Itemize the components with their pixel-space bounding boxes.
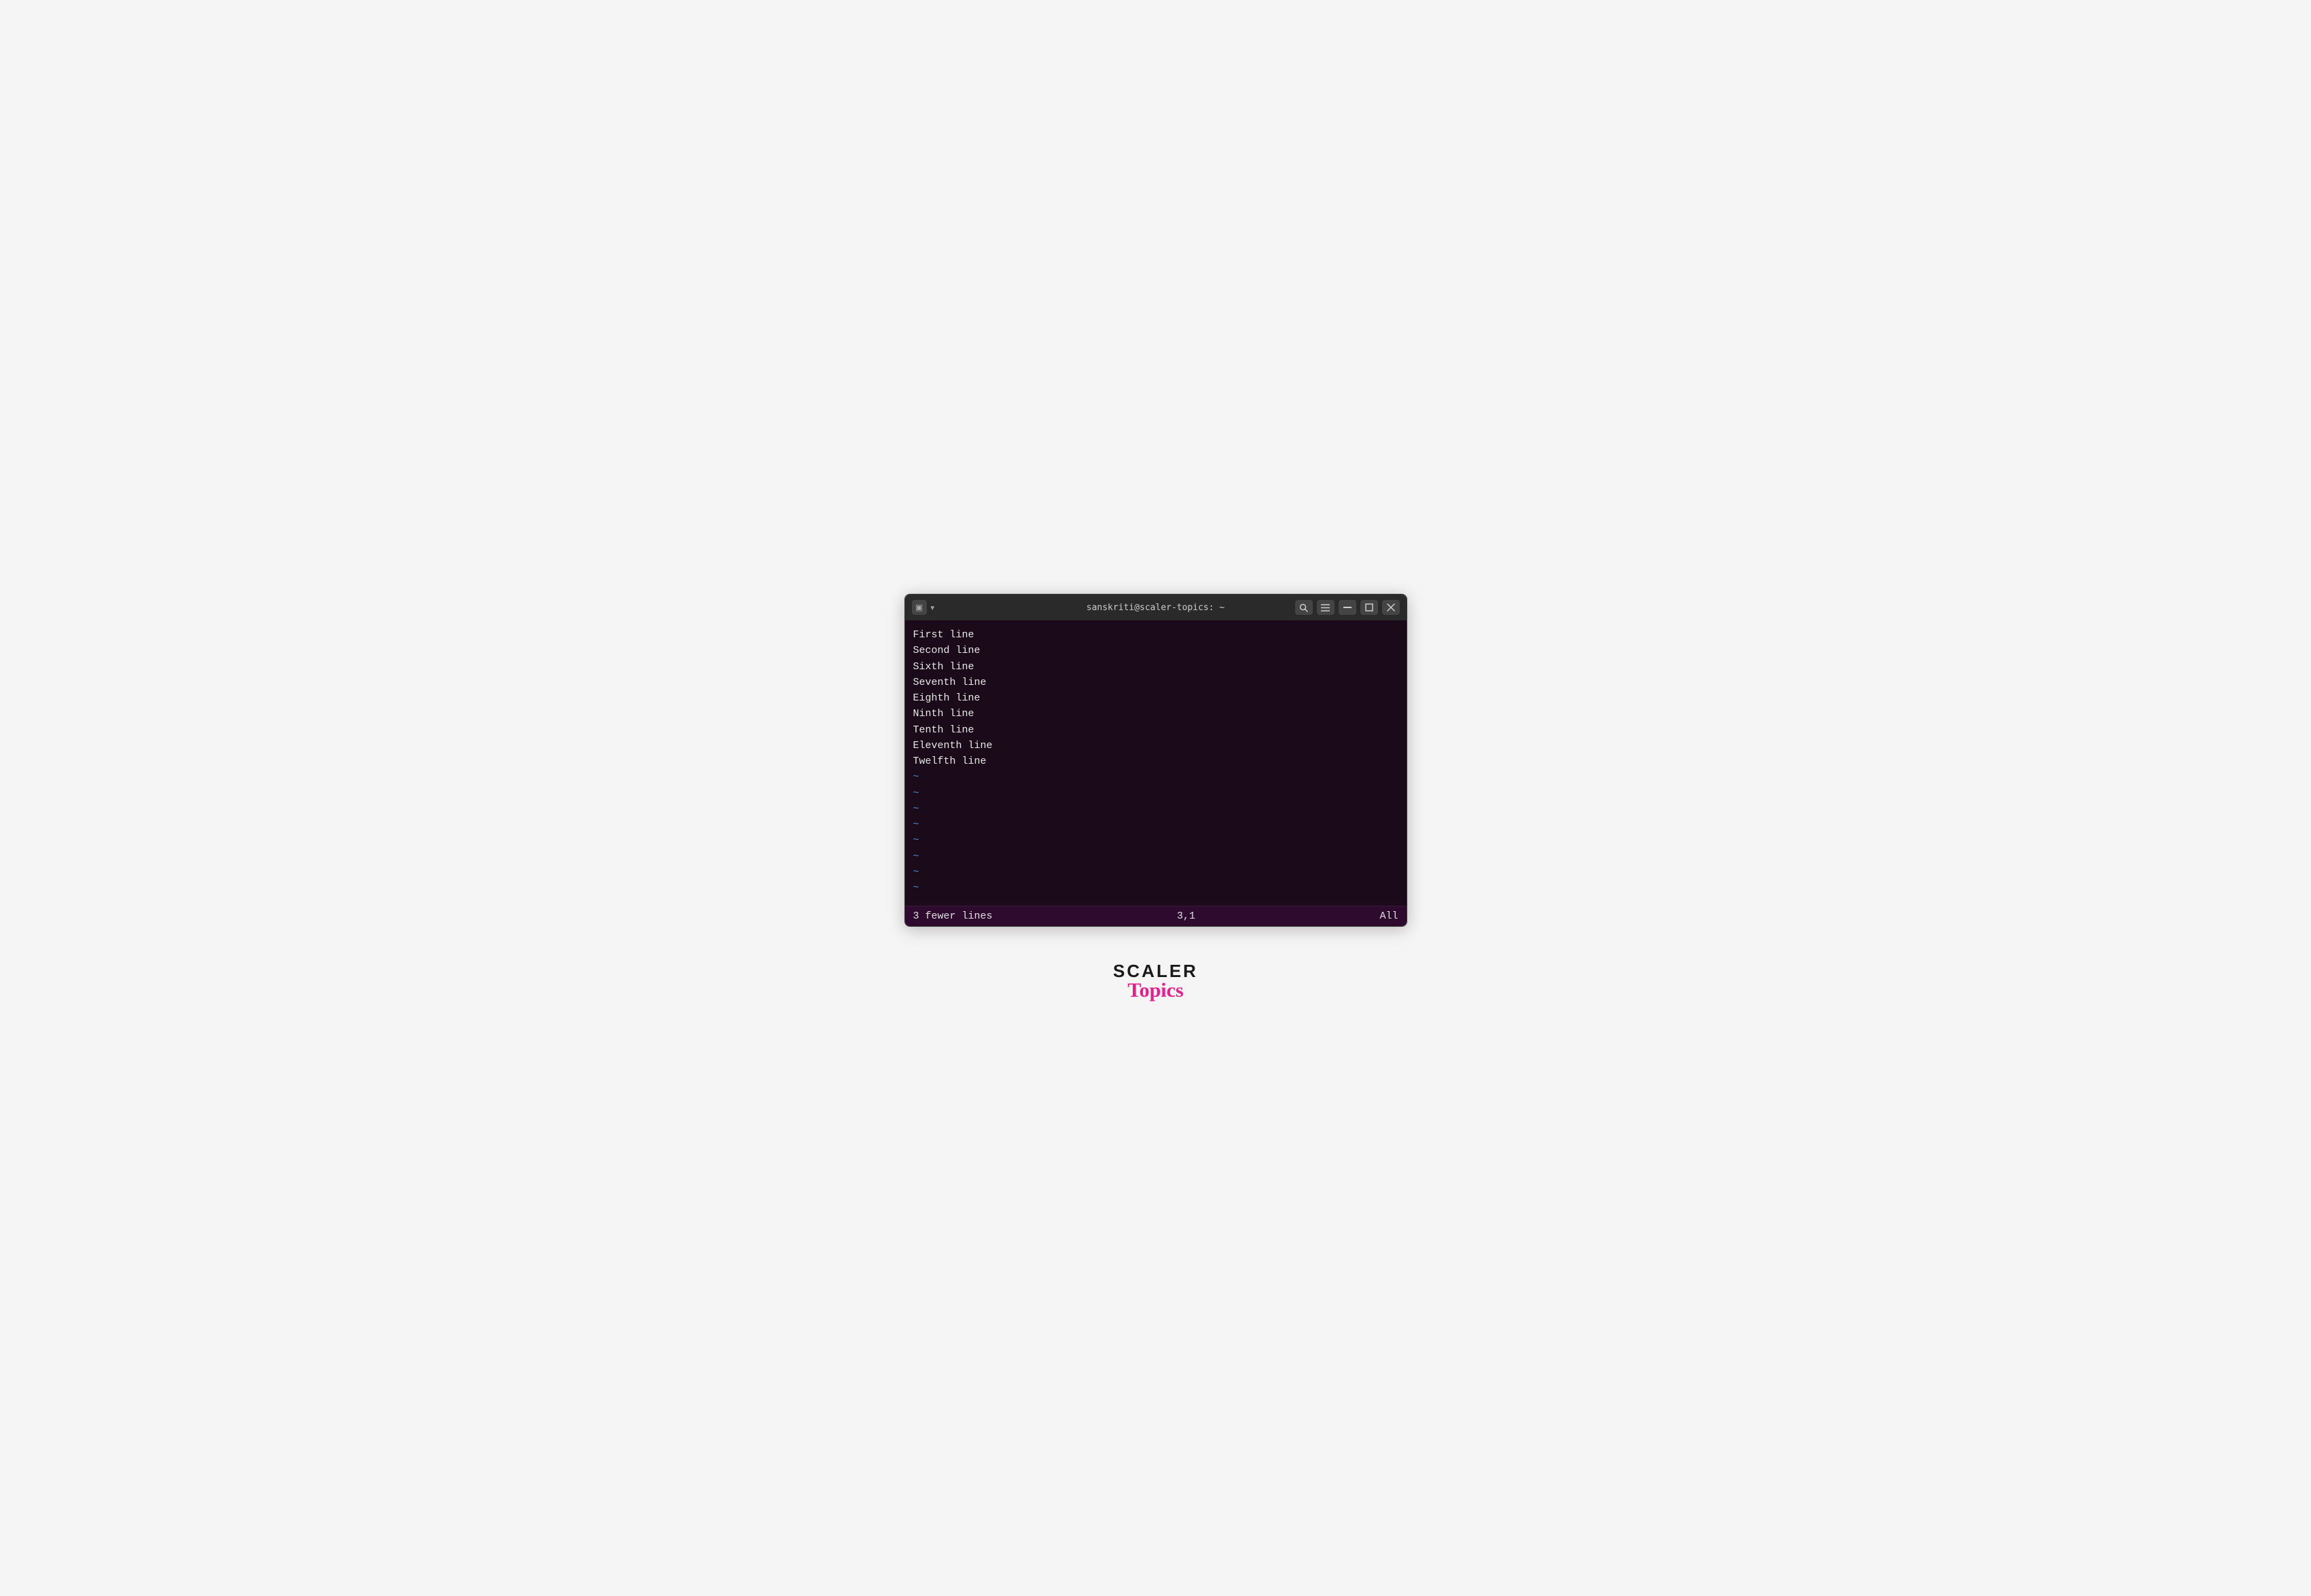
titlebar-title: sanskriti@scaler-topics: ~ [1087,603,1225,613]
status-view: All [1379,910,1398,922]
terminal-icon: ▣ [912,600,927,615]
terminal-content: First line Second line Sixth line Sevent… [913,627,1398,895]
line-5: Eighth line [913,690,1398,706]
tilde-5: ~ [913,832,1398,848]
close-button[interactable] [1382,600,1400,615]
titlebar: ▣ ▾ sanskriti@scaler-topics: ~ [905,595,1407,620]
terminal-body: First line Second line Sixth line Sevent… [905,620,1407,906]
scaler-logo: SCALER Topics [1113,961,1198,1002]
tilde-4: ~ [913,817,1398,832]
line-2: Second line [913,643,1398,658]
status-fewer-lines: 3 fewer lines [913,910,993,922]
topics-word: Topics [1127,979,1183,1002]
titlebar-left: ▣ ▾ [912,600,935,615]
tilde-8: ~ [913,880,1398,895]
status-cursor-position: 3,1 [1177,910,1195,922]
maximize-button[interactable] [1360,600,1378,615]
titlebar-chevron-icon: ▾ [931,603,935,612]
tilde-6: ~ [913,849,1398,864]
line-6: Ninth line [913,706,1398,722]
tilde-1: ~ [913,769,1398,785]
line-4: Seventh line [913,675,1398,690]
line-9: Twelfth line [913,753,1398,769]
line-1: First line [913,627,1398,643]
logo-container: SCALER Topics [1113,961,1198,1002]
menu-button[interactable] [1317,600,1335,615]
line-7: Tenth line [913,722,1398,738]
titlebar-controls [1295,600,1400,615]
statusbar: 3 fewer lines 3,1 All [905,906,1407,926]
line-8: Eleventh line [913,738,1398,753]
tilde-2: ~ [913,785,1398,801]
tilde-3: ~ [913,801,1398,817]
terminal-window: ▣ ▾ sanskriti@scaler-topics: ~ [904,594,1407,927]
minimize-button[interactable] [1339,600,1356,615]
search-button[interactable] [1295,600,1313,615]
tilde-7: ~ [913,864,1398,880]
line-3: Sixth line [913,659,1398,675]
